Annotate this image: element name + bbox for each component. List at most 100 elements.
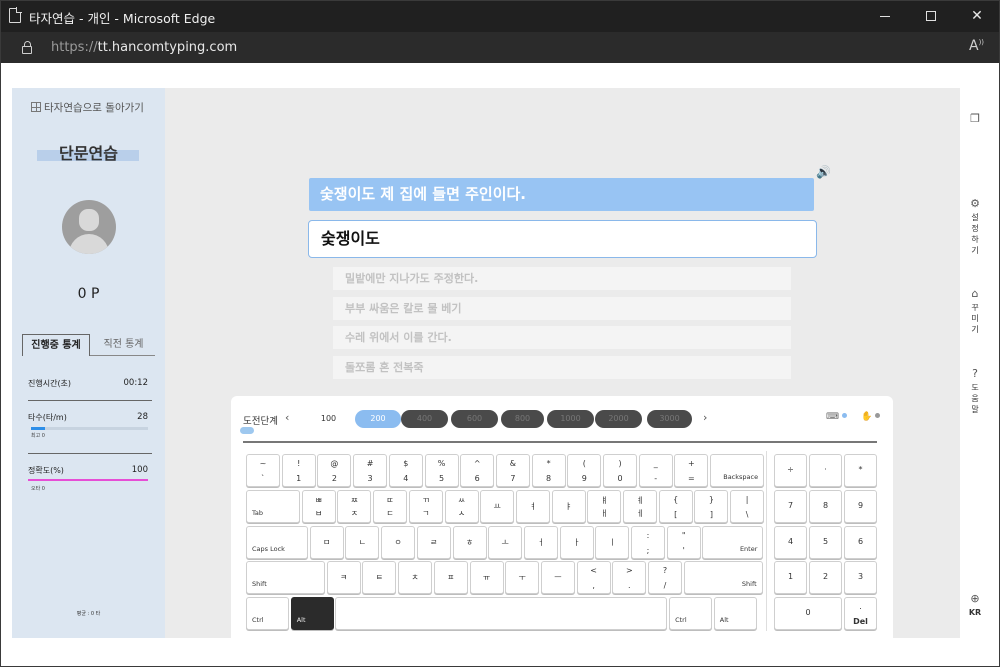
minimize-button[interactable] [862,1,908,32]
key[interactable]: ㅒㅐ [587,490,622,523]
key[interactable]: ㅆㅅ [444,490,479,523]
key-ctrl[interactable]: Ctrl [669,597,713,630]
level-option[interactable]: 3000 [647,410,692,428]
key[interactable]: ㅕ [515,490,550,523]
key[interactable]: ! 1 [281,454,316,487]
key[interactable]: ㅠ [469,561,504,594]
key[interactable]: @2 [317,454,352,487]
key[interactable]: ㅉㅈ [337,490,372,523]
key[interactable]: * 8 [531,454,566,487]
key[interactable]: % 5 [424,454,459,487]
key[interactable]: ? / [648,561,682,594]
key[interactable]: >. [612,561,647,594]
key[interactable]: ㅋ [326,561,361,594]
numpad-key[interactable]: 0 [774,597,842,630]
language-button[interactable]: ⊕ KR [960,593,990,618]
key[interactable]: ㄲㄱ [408,490,443,523]
numpad-key[interactable]: 2 [809,561,842,594]
help-button[interactable]: ? 도 움 말 [960,368,990,415]
key[interactable]: ㅡ [540,561,575,594]
numpad-key[interactable]: 1 [774,561,807,594]
key[interactable]: ㅣ [595,526,630,559]
key-tab[interactable]: Tab [246,490,300,523]
level-option[interactable]: 2000 [595,410,642,428]
speaker-icon[interactable]: 🔊 [816,165,831,179]
key-shift[interactable]: Shift [683,561,763,594]
numpad-key[interactable]: 9 [844,490,877,523]
key[interactable]: ㅜ [505,561,540,594]
numpad-key[interactable]: ÷ [774,454,807,487]
key[interactable]: ㅑ [551,490,586,523]
key[interactable]: $4 [388,454,423,487]
key[interactable]: _ - [638,454,673,487]
key[interactable]: ㅓ [523,526,558,559]
key-space[interactable] [335,597,668,630]
key[interactable]: ) 0 [603,454,637,487]
key[interactable]: ㅖㅔ [623,490,657,523]
level-next-button[interactable]: › [703,411,707,424]
back-to-practice-link[interactable]: 타자연습으로 돌아가기 [31,100,144,115]
numpad-key[interactable]: 7 [774,490,807,523]
key[interactable]: ㅊ [398,561,433,594]
key[interactable]: <, [576,561,611,594]
level-option[interactable]: 100 [305,410,352,428]
key[interactable]: ㅌ [362,561,397,594]
numpad-key[interactable]: 4 [774,526,807,559]
key[interactable]: {[ [658,490,693,523]
numpad-key[interactable]: . Del [844,597,877,630]
key-enter[interactable]: Enter [702,526,764,559]
maximize-button[interactable] [908,1,954,32]
key-shift[interactable]: Shift [246,561,325,594]
level-option[interactable]: 200 [355,410,401,428]
numpad-key[interactable]: * [844,454,877,487]
level-option[interactable]: 1000 [547,410,594,428]
lock-icon[interactable] [22,41,32,54]
numpad-key[interactable]: 6 [844,526,877,559]
key[interactable]: ㅁ [309,526,344,559]
level-option[interactable]: 600 [451,410,498,428]
tab-current-stats[interactable]: 진행중 통계 [22,334,90,356]
level-prev-button[interactable]: ‹ [285,411,289,424]
numpad-key[interactable]: 8 [809,490,842,523]
url-field[interactable]: https://tt.hancomtyping.com [51,40,237,55]
key[interactable]: ㅏ [559,526,594,559]
decorate-button[interactable]: ⌂ 꾸 미 기 [960,288,990,335]
key[interactable]: ㄴ [345,526,380,559]
tab-previous-stats[interactable]: 직전 통계 [92,334,155,356]
read-aloud-icon[interactable]: A)) [969,38,984,54]
key[interactable]: ㅗ [488,526,523,559]
keyboard-icon[interactable]: ⌨ [826,412,839,422]
key[interactable]: ㄹ [416,526,451,559]
key[interactable]: }] [694,490,729,523]
key-alt[interactable]: Alt [290,597,334,630]
typing-input[interactable]: 숯쟁이도 [308,220,817,258]
key-caps-lock[interactable]: Caps Lock [246,526,308,559]
key[interactable]: | \ [730,490,765,523]
key[interactable]: + = [674,454,709,487]
numpad-key[interactable]: · [809,454,842,487]
key[interactable]: ㅍ [433,561,468,594]
key[interactable]: :; [631,526,665,559]
key[interactable]: ㄸㄷ [373,490,408,523]
key[interactable]: #3 [353,454,388,487]
settings-button[interactable]: ⚙ 설 정 하 기 [960,198,990,256]
key[interactable]: " ' [666,526,701,559]
key-ctrl[interactable]: Ctrl [246,597,289,630]
key[interactable]: (9 [567,454,602,487]
key-alt[interactable]: Alt [713,597,757,630]
key[interactable]: ㅎ [452,526,487,559]
hand-icon[interactable]: ✋ [861,412,872,422]
copy-button[interactable]: ❐ [960,113,990,127]
key[interactable]: ㅛ [480,490,515,523]
key[interactable]: ^ 6 [460,454,495,487]
numpad-key[interactable]: 5 [809,526,842,559]
key[interactable]: & 7 [495,454,530,487]
key[interactable]: ~ ` [246,454,280,487]
key-backspace[interactable]: Backspace [710,454,765,487]
level-option[interactable]: 800 [501,410,544,428]
level-option[interactable]: 400 [401,410,448,428]
key[interactable]: ㅃㅂ [301,490,336,523]
numpad-key[interactable]: 3 [844,561,877,594]
close-button[interactable]: ✕ [954,1,999,32]
key[interactable]: ㅇ [381,526,416,559]
